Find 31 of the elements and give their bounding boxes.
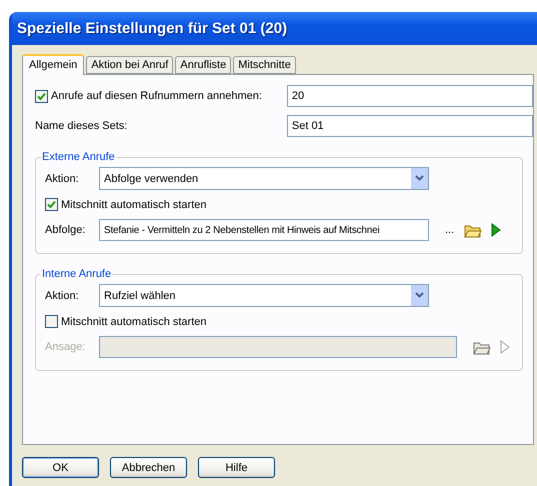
folder-icon[interactable] [464, 222, 482, 238]
window-title: Spezielle Einstellungen für Set 01 (20) [17, 20, 288, 37]
dialog-button[interactable]: Hilfe [198, 457, 275, 478]
dropdown[interactable]: Rufziel wählen [99, 284, 429, 307]
dialog-button[interactable]: OK [22, 457, 99, 478]
field-label: Ansage: [45, 341, 86, 353]
input-field[interactable]: 20 [286, 85, 533, 107]
input-field[interactable]: Set 01 [286, 115, 533, 137]
checkbox-label[interactable]: Mitschnitt automatisch starten [61, 316, 207, 328]
group-title: Interne Anrufe [41, 268, 112, 280]
dialog-button[interactable]: Abbrechen [110, 457, 187, 478]
input-field[interactable]: Stefanie - Vermitteln zu 2 Nebenstellen mit Hinweis auf Mitschnei [99, 219, 429, 241]
checkbox-label[interactable]: Mitschnitt automatisch starten [61, 198, 207, 210]
checkbox-label[interactable]: Anrufe auf diesen Rufnummern annehmen: [51, 90, 262, 102]
dropdown[interactable]: Abfolge verwenden [99, 167, 429, 190]
browse-link[interactable]: ... [445, 224, 454, 236]
tab[interactable]: Anrufliste [175, 56, 232, 74]
field-label: Name dieses Sets: [35, 120, 128, 132]
checkbox[interactable] [35, 90, 48, 102]
tab[interactable]: Allgemein [22, 54, 84, 75]
field-label: Aktion: [45, 172, 79, 184]
play-icon[interactable] [491, 223, 502, 237]
checkbox[interactable] [45, 198, 58, 211]
field-label: Abfolge: [45, 224, 86, 236]
field-label: Aktion: [45, 290, 79, 302]
group-title: Externe Anrufe [41, 151, 116, 163]
folder-icon[interactable] [473, 340, 491, 354]
tab[interactable]: Aktion bei Anruf [86, 56, 174, 74]
tab[interactable]: Mitschnitte [233, 56, 296, 74]
input-field[interactable] [99, 336, 457, 358]
checkbox[interactable] [45, 315, 58, 328]
